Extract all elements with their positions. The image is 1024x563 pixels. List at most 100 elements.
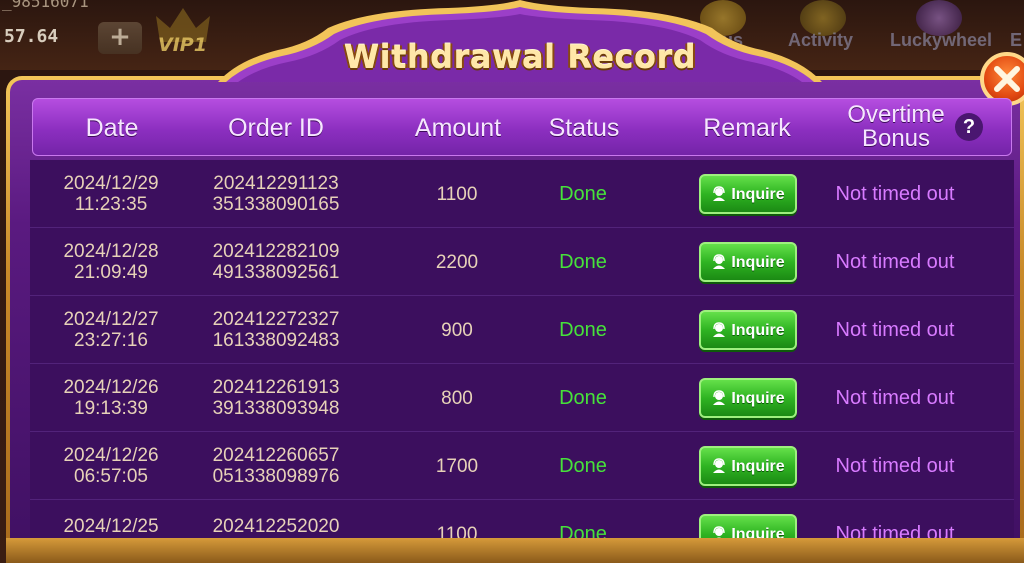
overtime-bonus-cell: Not timed out — [835, 522, 955, 538]
date-text: 2024/12/27 — [63, 309, 159, 330]
remark-cell: Inquire — [698, 500, 798, 538]
table-row: 2024/12/28 21:09:49 202412282109 4913380… — [30, 228, 1014, 296]
amount-cell: 1100 — [436, 183, 478, 205]
table-row: 2024/12/27 23:27:16 202412272327 1613380… — [30, 296, 1014, 364]
col-header-order-id: Order ID — [228, 114, 324, 142]
nav-item-luckywheel[interactable]: Luckywheel — [890, 30, 992, 51]
amount-cell: 1700 — [435, 455, 479, 477]
order-id-cell: 202412252020 — [182, 500, 370, 538]
table-row: 2024/12/26 19:13:39 202412261913 3913380… — [30, 364, 1014, 432]
order-id-cell: 202412272327 161338092483 — [182, 296, 370, 364]
order-id-cell: 202412282109 491338092561 — [182, 228, 370, 296]
support-agent-icon — [713, 186, 726, 201]
inquire-button[interactable]: Inquire — [699, 446, 797, 486]
status-cell: Done — [559, 386, 607, 409]
support-agent-icon — [713, 390, 726, 405]
support-agent-icon — [713, 458, 726, 473]
order-id-cell: 202412260657 051338098976 — [182, 432, 370, 500]
date-text: 2024/12/28 — [63, 241, 159, 262]
status-cell: Done — [559, 250, 607, 273]
date-text: 2024/12/25 — [63, 516, 159, 537]
order-id-part-2: 391338093948 — [212, 398, 340, 419]
remark-cell: Inquire — [698, 364, 798, 432]
date-cell: 2024/12/27 23:27:16 — [30, 296, 192, 364]
col-header-overtime-bonus: Overtime Bonus — [833, 99, 959, 157]
order-id-cell: 202412291123 351338090165 — [182, 160, 370, 228]
table-row: 2024/12/29 11:23:35 202412291123 3513380… — [30, 160, 1014, 228]
overtime-bonus-cell: Not timed out — [835, 386, 955, 409]
amount-cell: 900 — [441, 319, 473, 341]
inquire-label: Inquire — [731, 321, 785, 339]
dialog-bottom-frame — [6, 538, 1024, 563]
date-text: 2024/12/26 — [63, 445, 159, 466]
col-header-status: Status — [548, 114, 620, 142]
col-header-date: Date — [85, 114, 139, 142]
order-id-part-2: 161338092483 — [212, 330, 340, 351]
vip-label: VIP1 — [158, 34, 207, 56]
date-cell: 2024/12/28 21:09:49 — [30, 228, 192, 296]
date-text: 2024/12/29 — [63, 173, 159, 194]
remark-cell: Inquire — [698, 228, 798, 296]
inquire-label: Inquire — [731, 253, 785, 271]
overtime-bonus-cell: Not timed out — [835, 182, 955, 205]
support-agent-icon — [713, 254, 726, 269]
order-id-part-2: 351338090165 — [212, 194, 340, 215]
inquire-button[interactable]: Inquire — [699, 174, 797, 214]
inquire-label: Inquire — [731, 185, 785, 203]
date-text: 2024/12/26 — [63, 377, 159, 398]
status-cell: Done — [559, 318, 607, 341]
col-header-overtime-line2: Bonus — [861, 125, 931, 152]
status-cell: Done — [559, 454, 607, 477]
date-cell: 2024/12/25 — [30, 500, 192, 538]
inquire-button[interactable]: Inquire — [699, 242, 797, 282]
time-text: 11:23:35 — [74, 194, 148, 215]
time-text: 06:57:05 — [74, 466, 148, 487]
amount-cell: 2200 — [435, 251, 479, 273]
status-cell: Done — [559, 522, 607, 538]
help-question-icon[interactable]: ? — [955, 113, 983, 141]
inquire-button[interactable]: Inquire — [699, 310, 797, 350]
close-x-icon — [994, 66, 1020, 92]
dialog-title: Withdrawal Record — [343, 38, 697, 76]
col-header-amount: Amount — [414, 114, 502, 142]
remark-cell: Inquire — [698, 296, 798, 364]
user-id-text: _98516071 — [2, 0, 89, 11]
order-id-part-1: 202412260657 — [212, 445, 340, 466]
order-id-part-2: 051338098976 — [212, 466, 340, 487]
col-header-overtime-line1: Overtime — [847, 101, 945, 128]
order-id-part-1: 202412282109 — [212, 241, 340, 262]
inquire-button[interactable]: Inquire — [699, 514, 797, 538]
withdrawal-table: 2024/12/29 11:23:35 202412291123 3513380… — [30, 160, 1014, 538]
support-agent-icon — [713, 322, 726, 337]
date-cell: 2024/12/29 11:23:35 — [30, 160, 192, 228]
balance-text: 57.64 — [4, 26, 59, 47]
nav-item-e[interactable]: E — [1010, 30, 1022, 51]
inquire-label: Inquire — [731, 389, 785, 407]
order-id-cell: 202412261913 391338093948 — [182, 364, 370, 432]
table-header: Date Order ID Amount Status Remark Overt… — [32, 98, 1012, 156]
support-agent-icon — [713, 526, 726, 538]
order-id-part-1: 202412261913 — [212, 377, 340, 398]
order-id-part-2: 491338092561 — [212, 262, 340, 283]
overtime-bonus-cell: Not timed out — [835, 318, 955, 341]
time-text: 19:13:39 — [74, 398, 148, 419]
remark-cell: Inquire — [698, 432, 798, 500]
amount-cell: 1100 — [436, 523, 478, 539]
order-id-part-1: 202412252020 — [212, 516, 340, 537]
overtime-bonus-cell: Not timed out — [835, 250, 955, 273]
time-text: 23:27:16 — [74, 330, 148, 351]
status-cell: Done — [559, 182, 607, 205]
date-cell: 2024/12/26 19:13:39 — [30, 364, 192, 432]
amount-cell: 800 — [441, 387, 473, 409]
overtime-bonus-cell: Not timed out — [835, 454, 955, 477]
remark-cell: Inquire — [698, 160, 798, 228]
time-text: 21:09:49 — [74, 262, 148, 283]
order-id-part-1: 202412291123 — [213, 173, 339, 194]
table-row: 2024/12/25 202412252020 1100 Done Inquir… — [30, 500, 1014, 538]
col-header-remark: Remark — [703, 114, 791, 142]
inquire-button[interactable]: Inquire — [699, 378, 797, 418]
inquire-label: Inquire — [731, 525, 785, 539]
date-cell: 2024/12/26 06:57:05 — [30, 432, 192, 500]
deposit-plus-button[interactable]: + — [98, 22, 142, 54]
inquire-label: Inquire — [731, 457, 785, 475]
